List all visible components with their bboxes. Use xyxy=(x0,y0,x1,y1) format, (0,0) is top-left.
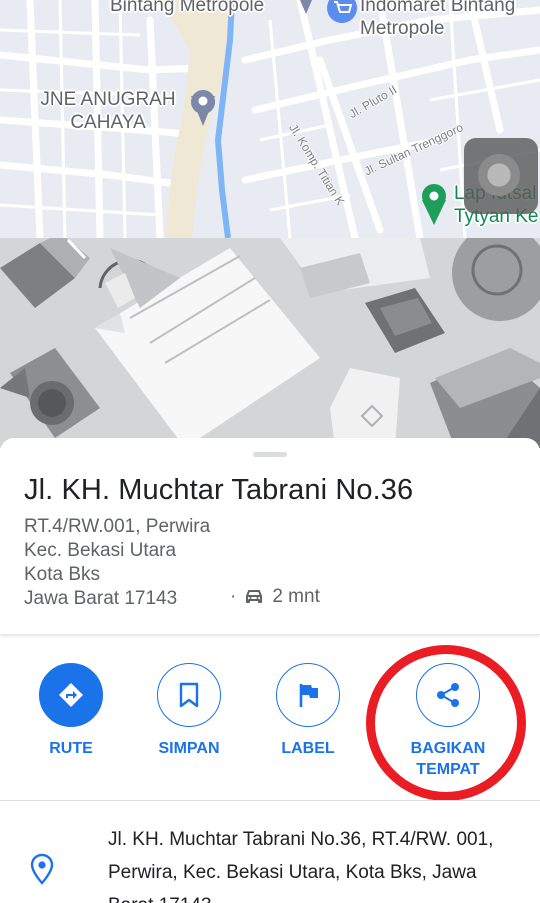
red-highlight-circle xyxy=(366,645,526,801)
directions-circle[interactable] xyxy=(39,663,103,727)
save-label: SIMPAN xyxy=(158,740,220,757)
map-view[interactable]: Bintang Metropole Indomaret Bintang Metr… xyxy=(0,0,540,238)
flag-icon xyxy=(299,684,318,707)
map-label-indomaret: Indomaret Bintang Metropole xyxy=(360,0,516,39)
place-title: Jl. KH. Muchtar Tabrani No.36 xyxy=(24,474,414,506)
address-detail-row[interactable]: Jl. KH. Muchtar Tabrani No.36, RT.4/RW. … xyxy=(0,800,540,903)
separator-dot: · xyxy=(230,586,237,607)
address-line-4: Jawa Barat 17143 xyxy=(24,588,178,609)
label-button[interactable]: LABEL xyxy=(248,663,368,759)
label-label: LABEL xyxy=(281,740,335,757)
my-location-button[interactable] xyxy=(464,138,538,214)
bookmark-icon xyxy=(179,682,199,708)
directions-button[interactable]: RUTE xyxy=(11,663,131,759)
save-button[interactable]: SIMPAN xyxy=(129,663,249,759)
directions-label: RUTE xyxy=(49,740,93,757)
address-line-2: Kec. Bekasi Utara xyxy=(24,540,177,561)
map-label-jne: JNE ANUGRAH CAHAYA xyxy=(40,89,176,133)
place-info-sheet[interactable]: Jl. KH. Muchtar Tabrani No.36 RT.4/RW.00… xyxy=(0,438,540,634)
save-circle[interactable] xyxy=(157,663,221,727)
drive-time: · 2 mnt xyxy=(230,586,320,608)
full-address: Jl. KH. Muchtar Tabrani No.36, RT.4/RW. … xyxy=(108,829,494,903)
place-illustration xyxy=(0,238,540,448)
drive-time-value: 2 mnt xyxy=(272,586,320,607)
directions-icon xyxy=(59,683,83,707)
car-icon xyxy=(246,590,263,603)
address-line-3: Kota Bks xyxy=(24,564,101,585)
address-line-1: RT.4/RW.001, Perwira xyxy=(24,516,211,537)
label-circle[interactable] xyxy=(276,663,340,727)
drag-handle[interactable] xyxy=(253,452,287,457)
map-label-bintang: Bintang Metropole xyxy=(110,0,265,16)
location-pin-icon xyxy=(30,853,54,885)
